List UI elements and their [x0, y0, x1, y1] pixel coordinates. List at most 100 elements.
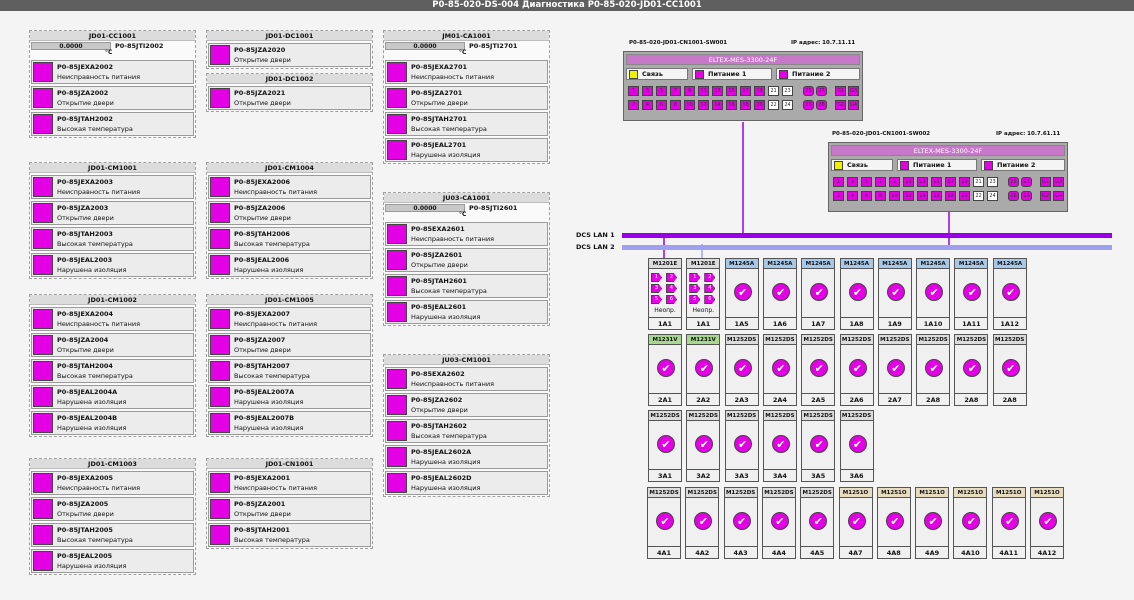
- io-module[interactable]: M1245A ✔ 1A5: [724, 258, 759, 330]
- switch-port[interactable]: 13: [917, 177, 928, 187]
- io-module[interactable]: M1245A ✔ 1A11: [954, 258, 989, 330]
- io-module[interactable]: M1252DS ✔ 3A6: [839, 410, 874, 482]
- io-module[interactable]: M1252DS ✔ 3A1: [648, 410, 682, 482]
- switch-port[interactable]: 11: [903, 177, 914, 187]
- io-module[interactable]: M1245A ✔ 1A7: [801, 258, 836, 330]
- io-module[interactable]: M1231V ✔ 2A1: [648, 334, 682, 406]
- io-module[interactable]: M1251O ✔ 4A9: [915, 487, 950, 559]
- switch-port[interactable]: 3: [847, 177, 858, 187]
- switch-sfp-port[interactable]: 28: [1021, 191, 1032, 201]
- switch-uplink-port[interactable]: G3: [1053, 177, 1064, 187]
- switch-uplink-port[interactable]: G1: [1040, 177, 1051, 187]
- switch-port[interactable]: 9: [684, 86, 695, 96]
- io-module[interactable]: M1252DS ✔ 4A1: [647, 487, 681, 559]
- switch-port[interactable]: 17: [945, 177, 956, 187]
- io-module[interactable]: M1252DS ✔ 4A5: [800, 487, 835, 559]
- switch-sfp-port[interactable]: 27: [1021, 177, 1032, 187]
- switch-port[interactable]: 6: [861, 191, 872, 201]
- switch-port[interactable]: 14: [712, 100, 723, 110]
- switch-uplink-port[interactable]: G3: [848, 86, 859, 96]
- switch-port[interactable]: 7: [875, 177, 886, 187]
- switch-port[interactable]: 17: [740, 86, 751, 96]
- io-module[interactable]: M1201E 1 2 3 4 5 6 Неопр. 1A1: [648, 258, 682, 330]
- io-module[interactable]: M1251O ✔ 4A8: [876, 487, 911, 559]
- io-module[interactable]: M1252DS ✔ 3A5: [801, 410, 836, 482]
- switch-port[interactable]: 24: [782, 100, 793, 110]
- io-module[interactable]: M1245A ✔ 1A9: [877, 258, 912, 330]
- switch-port[interactable]: 13: [712, 86, 723, 96]
- switch-uplink-port[interactable]: G4: [1053, 191, 1064, 201]
- switch-port[interactable]: 8: [670, 100, 681, 110]
- switch-uplink-port[interactable]: G1: [835, 86, 846, 96]
- switch-port[interactable]: 12: [903, 191, 914, 201]
- switch-port[interactable]: 15: [931, 177, 942, 187]
- switch-port[interactable]: 10: [889, 191, 900, 201]
- switch-sfp-port[interactable]: 25: [803, 86, 814, 96]
- io-module[interactable]: M1252DS ✔ 2A6: [839, 334, 874, 406]
- io-module[interactable]: M1252DS ✔ 2A5: [801, 334, 836, 406]
- switch-port[interactable]: 4: [642, 100, 653, 110]
- switch-port[interactable]: 9: [889, 177, 900, 187]
- switch-port[interactable]: 21: [768, 86, 779, 96]
- switch-port[interactable]: 22: [768, 100, 779, 110]
- switch-port[interactable]: 14: [917, 191, 928, 201]
- io-module[interactable]: M1251O ✔ 4A12: [1030, 487, 1064, 559]
- io-module[interactable]: M1252DS ✔ 2A4: [762, 334, 797, 406]
- switch-port[interactable]: 1: [628, 86, 639, 96]
- switch-port[interactable]: 7: [670, 86, 681, 96]
- switch-sfp-port[interactable]: 25: [1008, 177, 1019, 187]
- switch-sfp-port[interactable]: 26: [1008, 191, 1019, 201]
- io-module[interactable]: M1251O ✔ 4A11: [991, 487, 1026, 559]
- switch[interactable]: ELTEX-MES-3300-24F Связь Питание 1 Питание …: [623, 51, 863, 121]
- switch-port[interactable]: 20: [959, 191, 970, 201]
- switch-port[interactable]: 11: [698, 86, 709, 96]
- io-module[interactable]: M1252DS ✔ 4A3: [723, 487, 758, 559]
- io-module[interactable]: M1231V ✔ 2A2: [686, 334, 721, 406]
- switch-port[interactable]: 16: [931, 191, 942, 201]
- switch-port[interactable]: 15: [726, 86, 737, 96]
- io-module[interactable]: M1252DS ✔ 3A4: [762, 410, 797, 482]
- switch-uplink-port[interactable]: G2: [835, 100, 846, 110]
- switch-port[interactable]: 18: [945, 191, 956, 201]
- io-module[interactable]: M1252DS ✔ 2A8: [954, 334, 989, 406]
- switch-port[interactable]: 19: [754, 86, 765, 96]
- switch-port[interactable]: 6: [656, 100, 667, 110]
- io-module[interactable]: M1245A ✔ 1A6: [762, 258, 797, 330]
- io-module[interactable]: M1252DS ✔ 2A3: [724, 334, 759, 406]
- switch-sfp-port[interactable]: 27: [816, 86, 827, 96]
- io-module[interactable]: M1245A ✔ 1A12: [992, 258, 1027, 330]
- io-module[interactable]: M1251O ✔ 4A10: [953, 487, 988, 559]
- switch-port[interactable]: 20: [754, 100, 765, 110]
- io-module[interactable]: M1252DS ✔ 4A4: [761, 487, 796, 559]
- switch-port[interactable]: 4: [847, 191, 858, 201]
- switch-sfp-port[interactable]: 26: [803, 100, 814, 110]
- switch-port[interactable]: 8: [875, 191, 886, 201]
- switch-port[interactable]: 16: [726, 100, 737, 110]
- switch-port[interactable]: 5: [861, 177, 872, 187]
- switch-port[interactable]: 19: [959, 177, 970, 187]
- io-module[interactable]: M1201E 1 2 3 4 5 6 Неопр. 1A1: [686, 258, 721, 330]
- io-module[interactable]: M1252DS ✔ 3A3: [724, 410, 759, 482]
- io-module[interactable]: M1245A ✔ 1A10: [916, 258, 951, 330]
- switch-port[interactable]: 21: [973, 177, 984, 187]
- io-module[interactable]: M1245A ✔ 1A8: [839, 258, 874, 330]
- io-module[interactable]: M1252DS ✔ 2A8: [916, 334, 951, 406]
- io-module[interactable]: M1252DS ✔ 2A7: [877, 334, 912, 406]
- switch-port[interactable]: 3: [642, 86, 653, 96]
- switch-port[interactable]: 18: [740, 100, 751, 110]
- io-module[interactable]: M1252DS ✔ 3A2: [686, 410, 721, 482]
- switch-port[interactable]: 23: [987, 177, 998, 187]
- switch-port[interactable]: 22: [973, 191, 984, 201]
- switch-port[interactable]: 2: [833, 191, 844, 201]
- switch-port[interactable]: 5: [656, 86, 667, 96]
- switch-sfp-port[interactable]: 28: [816, 100, 827, 110]
- io-module[interactable]: M1252DS ✔ 2A8: [992, 334, 1027, 406]
- switch-uplink-port[interactable]: G4: [848, 100, 859, 110]
- switch[interactable]: ELTEX-MES-3300-24F Связь Питание 1 Питание …: [828, 142, 1068, 212]
- switch-port[interactable]: 1: [833, 177, 844, 187]
- switch-port[interactable]: 10: [684, 100, 695, 110]
- switch-port[interactable]: 23: [782, 86, 793, 96]
- io-module[interactable]: M1251O ✔ 4A7: [838, 487, 873, 559]
- switch-port[interactable]: 12: [698, 100, 709, 110]
- switch-port[interactable]: 2: [628, 100, 639, 110]
